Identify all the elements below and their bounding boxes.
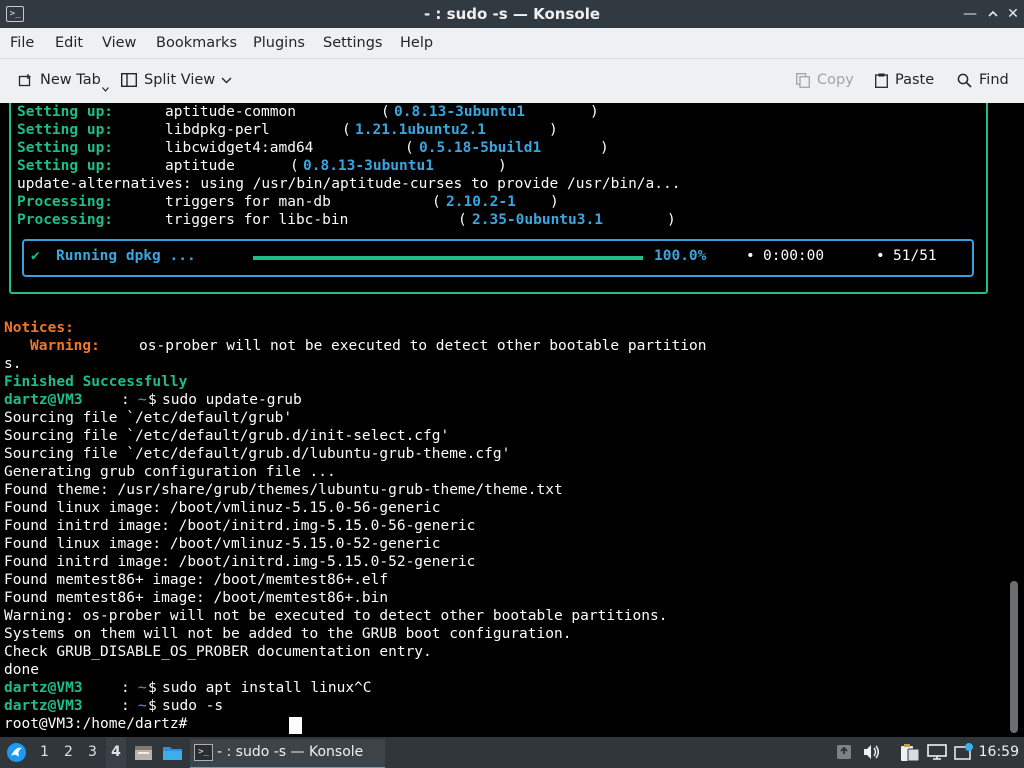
setup-row: Setting up: aptitude-common ( 0.8.13-3ub…	[17, 104, 599, 120]
update-alternatives-line: update-alternatives: using /usr/bin/apti…	[17, 176, 681, 192]
progress-count: 51/51	[893, 248, 937, 264]
network-icon[interactable]	[927, 744, 947, 764]
progress-bar	[253, 256, 643, 260]
find-label: Find	[979, 72, 1009, 88]
updates-icon[interactable]	[836, 744, 852, 764]
finished-line: Finished Successfully	[4, 374, 188, 390]
prompt-line: dartz@VM3 : ~ $ sudo apt install linux^C	[4, 680, 372, 696]
clipboard-icon[interactable]	[900, 743, 920, 766]
menu-plugins[interactable]: Plugins	[253, 28, 305, 58]
split-view-icon	[120, 72, 138, 88]
output-line: Found initrd image: /boot/initrd.img-5.1…	[4, 518, 476, 534]
processing-row: Processing: triggers for man-db ( 2.10.2…	[17, 194, 559, 210]
start-menu-icon[interactable]	[6, 742, 27, 763]
chevron-down-icon	[221, 77, 232, 83]
output-line: Found linux image: /boot/vmlinuz-5.15.0-…	[4, 536, 441, 552]
text-cursor	[289, 717, 302, 734]
menu-settings[interactable]: Settings	[323, 28, 382, 58]
new-tab-button[interactable]: New Tab	[18, 59, 116, 103]
menu-file[interactable]: File	[10, 28, 34, 58]
copy-button[interactable]: Copy	[796, 59, 854, 103]
progress-percent: 100.0%	[654, 248, 707, 264]
output-line: Sourcing file `/etc/default/grub.d/lubun…	[4, 446, 511, 462]
root-prompt: root@VM3:/home/dartz#	[4, 716, 188, 732]
prompt-line: dartz@VM3 : ~ $ sudo update-grub	[4, 392, 302, 408]
output-line: Warning: os-prober will not be executed …	[4, 608, 668, 624]
new-tab-icon	[18, 73, 31, 86]
split-view-button[interactable]: Split View	[120, 59, 239, 103]
file-manager-icon[interactable]	[134, 743, 153, 762]
progress-label: Running dpkg ...	[56, 248, 196, 264]
taskbar: 1 2 3 4 >_ - : sudo -s — Konsole 16:59	[0, 737, 1024, 768]
terminal-view[interactable]: Setting up: aptitude-common ( 0.8.13-3ub…	[0, 103, 1024, 737]
output-line: Found initrd image: /boot/initrd.img-5.1…	[4, 554, 476, 570]
menubar: File Edit View Bookmarks Plugins Setting…	[0, 28, 1024, 59]
warning-wrap-line: s.	[4, 356, 22, 372]
scrollbar[interactable]	[1010, 581, 1018, 733]
paste-icon	[875, 73, 888, 88]
toolbar: New Tab Split View Copy Paste Find	[0, 59, 1024, 103]
setup-row: Setting up: libcwidget4:amd64 ( 0.5.18-5…	[17, 140, 609, 156]
find-button[interactable]: Find	[957, 59, 1009, 103]
processing-row: Processing: triggers for libc-bin ( 2.35…	[17, 212, 676, 228]
output-line: Sourcing file `/etc/default/grub'	[4, 410, 293, 426]
setup-row: Setting up: aptitude ( 0.8.13-3ubuntu1 )	[17, 158, 507, 174]
menu-edit[interactable]: Edit	[55, 28, 83, 58]
paste-label: Paste	[895, 72, 935, 88]
prompt-line: dartz@VM3 : ~ $ sudo -s	[4, 698, 224, 714]
output-line: Found memtest86+ image: /boot/memtest86+…	[4, 590, 389, 606]
copy-label: Copy	[817, 72, 854, 88]
minimize-icon[interactable]: —	[961, 5, 979, 23]
bullet: •	[746, 248, 755, 264]
window-title: - : sudo -s — Konsole	[423, 5, 601, 23]
dpkg-progress-box: ✔ Running dpkg ... 100.0% • 0:00:00 • 51…	[22, 239, 974, 277]
notifications-icon[interactable]	[954, 743, 974, 765]
desktop-3[interactable]: 3	[88, 737, 97, 768]
new-tab-label: New Tab	[40, 72, 101, 88]
output-line: Found memtest86+ image: /boot/memtest86+…	[4, 572, 389, 588]
check-icon: ✔	[31, 248, 40, 264]
task-label: - : sudo -s — Konsole	[217, 744, 364, 760]
search-icon	[957, 73, 972, 88]
menu-bookmarks[interactable]: Bookmarks	[156, 28, 237, 58]
taskbar-konsole-task[interactable]: >_ - : sudo -s — Konsole	[190, 739, 385, 768]
output-line: Found theme: /usr/share/grub/themes/lubu…	[4, 482, 563, 498]
copy-icon	[796, 72, 810, 88]
desktop-2[interactable]: 2	[64, 737, 73, 768]
output-line: Check GRUB_DISABLE_OS_PROBER documentati…	[4, 644, 432, 660]
maximize-icon[interactable]	[984, 5, 1002, 23]
output-line: Found linux image: /boot/vmlinuz-5.15.0-…	[4, 500, 441, 516]
chevron-down-icon	[102, 86, 110, 92]
output-line: Systems on them will not be added to the…	[4, 626, 572, 642]
output-line: done	[4, 662, 39, 678]
warning-line: Warning: os-prober will not be executed …	[30, 338, 707, 354]
setup-row: Setting up: libdpkg-perl ( 1.21.1ubuntu2…	[17, 122, 558, 138]
konsole-icon: >_	[194, 744, 213, 761]
close-icon[interactable]: ✕	[1004, 5, 1022, 23]
desktop-4[interactable]: 4	[106, 737, 126, 768]
output-line: Generating grub configuration file ...	[4, 464, 336, 480]
split-view-label: Split View	[144, 72, 216, 88]
menu-help[interactable]: Help	[400, 28, 433, 58]
folder-icon[interactable]	[162, 743, 183, 762]
paste-button[interactable]: Paste	[875, 59, 934, 103]
menu-view[interactable]: View	[102, 28, 136, 58]
volume-icon[interactable]	[863, 744, 881, 764]
window-titlebar[interactable]: >_ - : sudo -s — Konsole — ✕	[0, 0, 1024, 28]
notices-heading: Notices:	[4, 320, 74, 336]
output-line: Sourcing file `/etc/default/grub.d/init-…	[4, 428, 450, 444]
desktop-1[interactable]: 1	[40, 737, 49, 768]
elapsed-time: 0:00:00	[763, 248, 825, 264]
bullet: •	[876, 248, 885, 264]
clock[interactable]: 16:59	[979, 737, 1019, 768]
